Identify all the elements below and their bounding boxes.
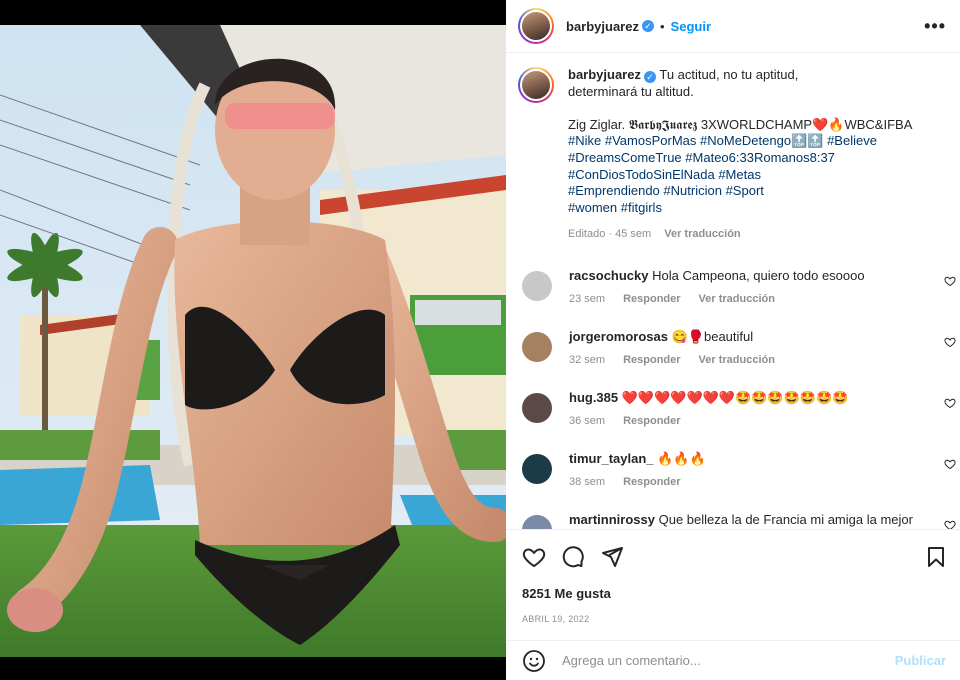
translate-link[interactable]: Ver traducción bbox=[699, 354, 775, 366]
comment-username[interactable]: timur_taylan_ bbox=[569, 451, 654, 466]
hashtag[interactable]: #Sport bbox=[726, 183, 764, 198]
more-options-icon[interactable]: ••• bbox=[924, 16, 946, 37]
author-username[interactable]: barbyjuarez bbox=[566, 19, 639, 34]
post-modal: barbyjuarez ✓ • Seguir ••• barbyjuarez ✓ … bbox=[0, 0, 960, 680]
comment-username[interactable]: racsochucky bbox=[569, 268, 649, 283]
comment-text: ❤️❤️❤️❤️❤️❤️❤️🤩🤩🤩🤩🤩🤩🤩 bbox=[621, 389, 849, 405]
verified-badge-icon: ✓ bbox=[641, 20, 654, 32]
caption-translate-link[interactable]: Ver traducción bbox=[664, 228, 740, 240]
hashtag[interactable]: #women bbox=[568, 200, 617, 215]
comment-input[interactable] bbox=[562, 653, 895, 668]
comment-composer: Publicar bbox=[506, 640, 960, 680]
post-side-panel: barbyjuarez ✓ • Seguir ••• barbyjuarez ✓ … bbox=[506, 0, 960, 680]
comment-text: 🔥🔥🔥 bbox=[657, 450, 706, 466]
post-actions: 8251 Me gusta ABRIL 19, 2022 bbox=[506, 529, 960, 624]
post-photo[interactable] bbox=[0, 25, 506, 657]
likes-count[interactable]: 8251 Me gusta bbox=[506, 586, 960, 601]
caption-username[interactable]: barbyjuarez bbox=[568, 67, 641, 82]
commenter-avatar[interactable] bbox=[522, 331, 552, 362]
hashtag[interactable]: #Emprendiendo bbox=[568, 183, 660, 198]
hashtag[interactable]: #ConDiosTodoSinElNada bbox=[568, 167, 715, 182]
like-comment-heart-icon[interactable] bbox=[944, 458, 956, 470]
comment-age: 38 sem bbox=[569, 475, 606, 488]
verified-badge-icon: ✓ bbox=[643, 71, 656, 83]
hashtag[interactable]: #NoMeDetengo🔝🔝 bbox=[700, 133, 823, 148]
reply-link[interactable]: Responder bbox=[623, 415, 680, 427]
hashtag[interactable]: #VamosPorMas bbox=[605, 133, 697, 148]
commenter-avatar[interactable] bbox=[522, 514, 552, 529]
follow-button[interactable]: Seguir bbox=[671, 19, 711, 34]
commenter-avatar[interactable] bbox=[522, 453, 552, 484]
caption-line-2: determinará tu altitud. bbox=[568, 83, 694, 99]
comment-text: 😋🥊beautiful bbox=[671, 328, 754, 344]
comment-username[interactable]: jorgeromorosas bbox=[569, 329, 668, 344]
share-paper-plane-icon[interactable] bbox=[600, 545, 624, 569]
hashtag[interactable]: #DreamsComeTrue bbox=[568, 150, 682, 165]
like-comment-heart-icon[interactable] bbox=[944, 336, 956, 348]
comment-item: jorgeromorosas 😋🥊beautiful 32 sem Respond… bbox=[506, 328, 960, 389]
like-comment-heart-icon[interactable] bbox=[944, 519, 956, 529]
comment-text: Hola Campeona, quiero todo esoooo bbox=[652, 267, 865, 283]
caption-edited-time: Editado · 45 sem bbox=[568, 228, 652, 241]
commenter-avatar[interactable] bbox=[522, 270, 552, 301]
save-bookmark-icon[interactable] bbox=[924, 545, 948, 569]
comment-username[interactable]: hug.385 bbox=[569, 390, 618, 405]
hashtag[interactable]: #fitgirls bbox=[621, 200, 662, 215]
reply-link[interactable]: Responder bbox=[623, 293, 680, 305]
caption-avatar[interactable] bbox=[518, 67, 554, 103]
comment-item: racsochucky Hola Campeona, quiero todo e… bbox=[506, 267, 960, 328]
post-caption: barbyjuarez ✓ Tu actitud, no tu aptitud, … bbox=[506, 53, 960, 257]
hashtag[interactable]: #Believe bbox=[827, 133, 877, 148]
hashtag[interactable]: #Mateo6:33Romanos8:37 bbox=[685, 150, 835, 165]
translate-link[interactable]: Ver traducción bbox=[699, 293, 775, 305]
publish-button[interactable]: Publicar bbox=[895, 653, 946, 668]
header-separator: • bbox=[659, 18, 665, 34]
hashtag[interactable]: #Nutricion bbox=[663, 183, 722, 198]
like-comment-heart-icon[interactable] bbox=[944, 275, 956, 287]
caption-stylized-name: 𝕭𝖆𝖗𝖇𝖞𝕵𝖚𝖆𝖗𝖊𝖟 bbox=[628, 116, 698, 132]
commenter-avatar[interactable] bbox=[522, 392, 552, 423]
reply-link[interactable]: Responder bbox=[623, 476, 680, 488]
like-comment-heart-icon[interactable] bbox=[944, 397, 956, 409]
post-date: ABRIL 19, 2022 bbox=[522, 614, 590, 624]
reply-link[interactable]: Responder bbox=[623, 354, 680, 366]
like-heart-icon[interactable] bbox=[522, 545, 546, 569]
comment-item: hug.385 ❤️❤️❤️❤️❤️❤️❤️🤩🤩🤩🤩🤩🤩🤩 36 sem Resp… bbox=[506, 389, 960, 450]
comment-age: 36 sem bbox=[569, 414, 606, 427]
comment-item: timur_taylan_ 🔥🔥🔥 38 sem Responder bbox=[506, 450, 960, 511]
caption-titles: 3XWORLDCHAMP❤️🔥WBC&IFBA bbox=[697, 116, 913, 132]
comment-bubble-icon[interactable] bbox=[561, 545, 585, 569]
comments-scroll-area[interactable]: barbyjuarez ✓ Tu actitud, no tu aptitud, … bbox=[506, 53, 960, 529]
comment-age: 32 sem bbox=[569, 353, 606, 366]
photo-image bbox=[0, 25, 506, 657]
caption-quote-author: Zig Ziglar. bbox=[568, 116, 629, 132]
comment-item: martinnirossy Que belleza la de Francia … bbox=[506, 511, 960, 529]
comment-username[interactable]: martinnirossy bbox=[569, 512, 655, 527]
hashtag[interactable]: #Metas bbox=[718, 167, 761, 182]
author-avatar[interactable] bbox=[518, 8, 554, 44]
post-header: barbyjuarez ✓ • Seguir ••• bbox=[506, 0, 960, 53]
comment-age: 23 sem bbox=[569, 292, 606, 305]
caption-line-1: Tu actitud, no tu aptitud, bbox=[659, 67, 799, 82]
hashtag[interactable]: #Nike bbox=[568, 133, 601, 148]
emoji-smiley-icon[interactable] bbox=[522, 649, 546, 673]
